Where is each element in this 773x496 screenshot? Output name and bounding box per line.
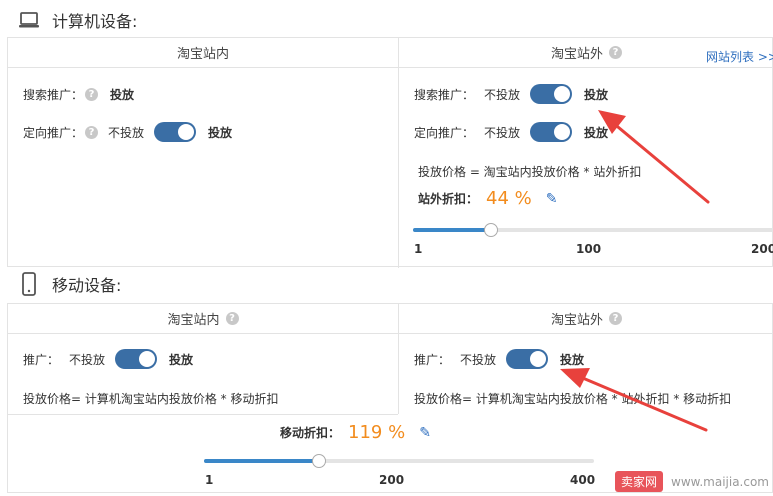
annotation-arrow-bottom: [560, 368, 708, 432]
annotation-arrow-top: [598, 110, 710, 204]
watermark-url: www.maijia.com: [671, 474, 769, 489]
watermark-logo: 卖家网: [614, 471, 663, 492]
annotation-arrows: [560, 110, 710, 432]
watermark: 卖家网 www.maijia.com: [614, 471, 769, 492]
